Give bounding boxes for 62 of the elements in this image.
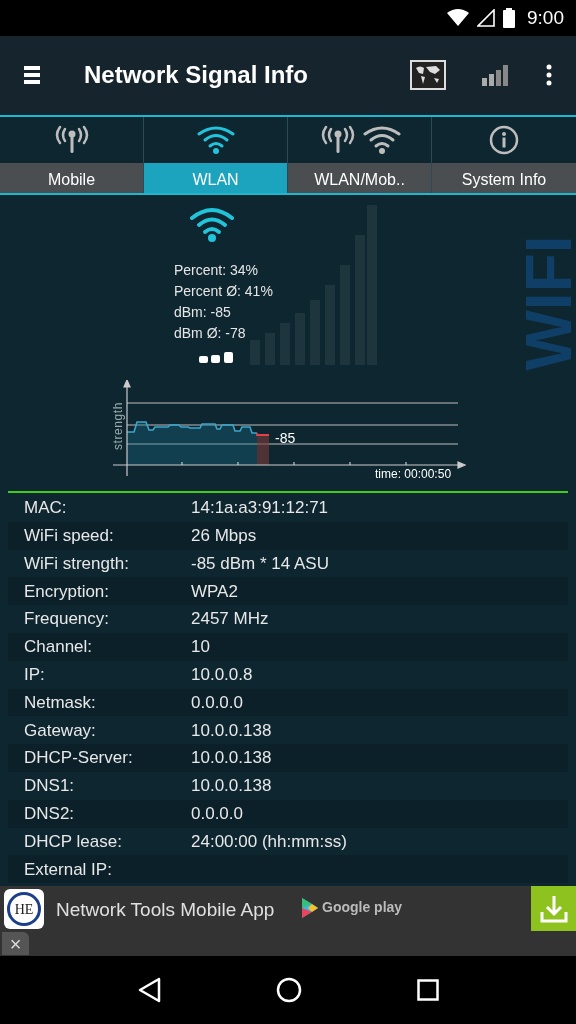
signal-stat: dBm: -85 xyxy=(174,303,232,322)
back-icon[interactable] xyxy=(137,977,162,1003)
detail-label: IP: xyxy=(24,663,46,686)
menu-icon[interactable] xyxy=(24,64,40,85)
detail-label: WiFi strength: xyxy=(24,552,130,575)
wifi-icon xyxy=(196,125,235,155)
signal-bars-icon[interactable] xyxy=(482,63,510,86)
detail-value: 14:1a:a3:91:12:71 xyxy=(191,497,329,520)
world-map-icon[interactable] xyxy=(410,59,446,90)
signal-stat: Percent Ø: 41% xyxy=(174,282,273,301)
detail-value: 10.0.0.8 xyxy=(191,663,253,686)
ad-text: Network Tools Mobile App xyxy=(56,898,275,922)
detail-value: 2457 MHz xyxy=(191,608,269,631)
tab[interactable]: Mobile xyxy=(0,163,143,193)
home-icon[interactable] xyxy=(276,977,302,1003)
download-icon xyxy=(538,893,569,924)
detail-value: 10.0.0.138 xyxy=(191,719,272,742)
recents-icon[interactable] xyxy=(416,979,439,1001)
detail-label: Frequency: xyxy=(24,608,111,631)
signal-stat: Percent: 34% xyxy=(174,261,260,280)
detail-label: MAC: xyxy=(24,497,68,520)
tab[interactable]: System Info xyxy=(432,163,576,193)
detail-label: WiFi speed: xyxy=(24,524,115,547)
current-level-line xyxy=(256,432,270,436)
detail-value: 10 xyxy=(191,636,210,659)
detail-value: 24:00:00 (hh:mm:ss) xyxy=(191,830,347,853)
detail-label: Netmask: xyxy=(24,691,97,714)
play-store-icon xyxy=(302,898,318,918)
close-ad-button[interactable]: × xyxy=(2,932,29,955)
cell-signal-icon xyxy=(477,9,495,27)
detail-label: External IP: xyxy=(24,858,113,881)
detail-value: 26 Mbps xyxy=(191,524,257,547)
store-name: Google play xyxy=(322,898,403,917)
signal-stat: dBm Ø: -78 xyxy=(174,324,247,343)
detail-label: Channel: xyxy=(24,636,94,659)
wifi-signal-icon xyxy=(447,9,469,27)
detail-label: DNS1: xyxy=(24,775,76,798)
more-options-icon[interactable] xyxy=(546,63,552,86)
detail-value: 10.0.0.138 xyxy=(191,747,272,770)
wifi-icon xyxy=(189,207,235,243)
battery-icon xyxy=(503,8,515,28)
detail-label: Gateway: xyxy=(24,719,97,742)
graph-axis-label: strength xyxy=(110,401,127,451)
tab[interactable]: WLAN/Mob.. xyxy=(288,163,431,193)
current-column xyxy=(257,435,269,465)
app-title: Network Signal Info xyxy=(84,59,308,90)
clock: 9:00 xyxy=(527,5,564,30)
ad-banner[interactable]: HE Network Tools Mobile App Google play × xyxy=(0,886,576,956)
detail-value: WPA2 xyxy=(191,580,238,603)
detail-label: DHCP-Server: xyxy=(24,747,134,770)
signal-level-icon xyxy=(199,352,235,363)
detail-value: 10.0.0.138 xyxy=(191,775,272,798)
detail-label: Encryption: xyxy=(24,580,111,603)
advertiser-logo: HE xyxy=(4,889,44,929)
graph-current-value: -85 xyxy=(275,429,296,448)
detail-label: DHCP lease: xyxy=(24,830,123,853)
graph-time-label: time: 00:00:50 xyxy=(375,466,452,483)
detail-value: 0.0.0.0 xyxy=(191,691,243,714)
detail-label: DNS2: xyxy=(24,802,76,825)
detail-value: -85 dBm * 14 ASU xyxy=(191,552,329,575)
info-icon xyxy=(488,125,520,155)
detail-value: 0.0.0.0 xyxy=(191,802,243,825)
